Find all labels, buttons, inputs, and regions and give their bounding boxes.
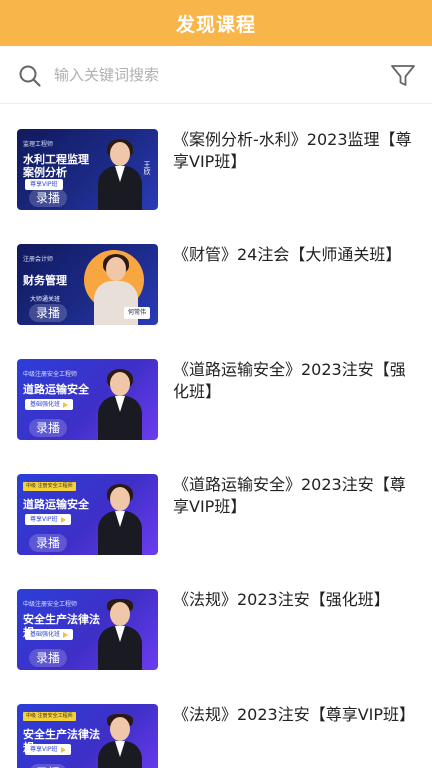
- course-item[interactable]: 中级 注册安全工程师 安全生产法律法规 尊享VIP班 录播 《法规》2023注安…: [0, 679, 432, 768]
- course-thumbnail: 中级 注册安全工程师 道路运输安全 尊享VIP班 录播: [17, 474, 158, 555]
- search-bar: [0, 46, 432, 104]
- course-title[interactable]: 《法规》2023注安【尊享VIP班】: [173, 704, 415, 726]
- thumb-class-pill: 尊享VIP班: [25, 514, 71, 525]
- thumb-class-pill: 尊享VIP班: [25, 744, 71, 755]
- course-title[interactable]: 《案例分析-水利》2023监理【尊享VIP班】: [173, 129, 413, 173]
- course-thumbnail: 监理工程师 水利工程监理 案例分析 尊享VIP班 王欣 录播: [17, 129, 158, 210]
- teacher-photo: [94, 713, 146, 768]
- course-item[interactable]: 注册会计师 财务管理 大师通关班 何常伟 录播 《财管》24注会【大师通关班】: [0, 219, 432, 334]
- thumb-class-pill: 基础强化班: [25, 399, 74, 410]
- teacher-photo: [94, 483, 146, 555]
- thumb-category: 中级 注册安全工程师: [23, 712, 76, 721]
- thumb-category: 注册会计师: [23, 256, 54, 263]
- thumb-category: 中级注册安全工程师: [23, 371, 78, 378]
- recorded-badge: 录播: [29, 534, 68, 552]
- course-thumbnail: 注册会计师 财务管理 大师通关班 何常伟 录播: [17, 244, 158, 325]
- course-title[interactable]: 《财管》24注会【大师通关班】: [173, 244, 413, 266]
- recorded-badge: 录播: [29, 764, 68, 768]
- thumb-class-pill: 基础强化班: [25, 629, 74, 640]
- course-title[interactable]: 《道路运输安全》2023注安【强化班】: [173, 359, 413, 403]
- play-icon: [60, 516, 66, 523]
- recorded-badge: 录播: [29, 419, 68, 437]
- recorded-badge: 录播: [29, 649, 68, 667]
- play-icon: [60, 746, 66, 753]
- teacher-name: 王欣: [143, 161, 151, 175]
- course-item[interactable]: 中级 注册安全工程师 道路运输安全 尊享VIP班 录播 《道路运输安全》2023…: [0, 449, 432, 564]
- filter-icon[interactable]: [390, 63, 416, 89]
- teacher-photo: [94, 598, 146, 670]
- course-item[interactable]: 中级注册安全工程师 道路运输安全 基础强化班 录播 《道路运输安全》2023注安…: [0, 334, 432, 449]
- teacher-photo: [94, 138, 146, 210]
- thumb-category: 监理工程师: [23, 141, 54, 148]
- thumb-heading: 道路运输安全: [23, 383, 89, 396]
- course-item[interactable]: 中级注册安全工程师 安全生产法律法规 基础强化班 录播 《法规》2023注安【强…: [0, 564, 432, 679]
- app-header: 发现课程: [0, 0, 432, 46]
- thumb-heading: 道路运输安全: [23, 498, 89, 511]
- play-icon: [63, 401, 69, 408]
- course-thumbnail: 中级注册安全工程师 安全生产法律法规 基础强化班 录播: [17, 589, 158, 670]
- page-title: 发现课程: [175, 13, 256, 36]
- thumb-heading: 水利工程监理 案例分析: [23, 153, 89, 179]
- course-thumbnail: 中级 注册安全工程师 安全生产法律法规 尊享VIP班 录播: [17, 704, 158, 768]
- thumb-category: 中级注册安全工程师: [23, 601, 78, 608]
- course-thumbnail: 中级注册安全工程师 道路运输安全 基础强化班 录播: [17, 359, 158, 440]
- course-title[interactable]: 《法规》2023注安【强化班】: [173, 589, 413, 611]
- search-input[interactable]: [54, 60, 354, 90]
- recorded-badge: 录播: [29, 304, 68, 322]
- course-item[interactable]: 监理工程师 水利工程监理 案例分析 尊享VIP班 王欣 录播 《案例分析-水利》…: [0, 104, 432, 219]
- recorded-badge: 录播: [29, 189, 68, 207]
- play-icon: [63, 631, 69, 638]
- teacher-name: 何常伟: [123, 307, 150, 319]
- teacher-photo: [94, 368, 146, 440]
- thumb-category: 中级 注册安全工程师: [23, 482, 76, 491]
- course-title[interactable]: 《道路运输安全》2023注安【尊享VIP班】: [173, 474, 413, 518]
- search-icon[interactable]: [18, 64, 42, 88]
